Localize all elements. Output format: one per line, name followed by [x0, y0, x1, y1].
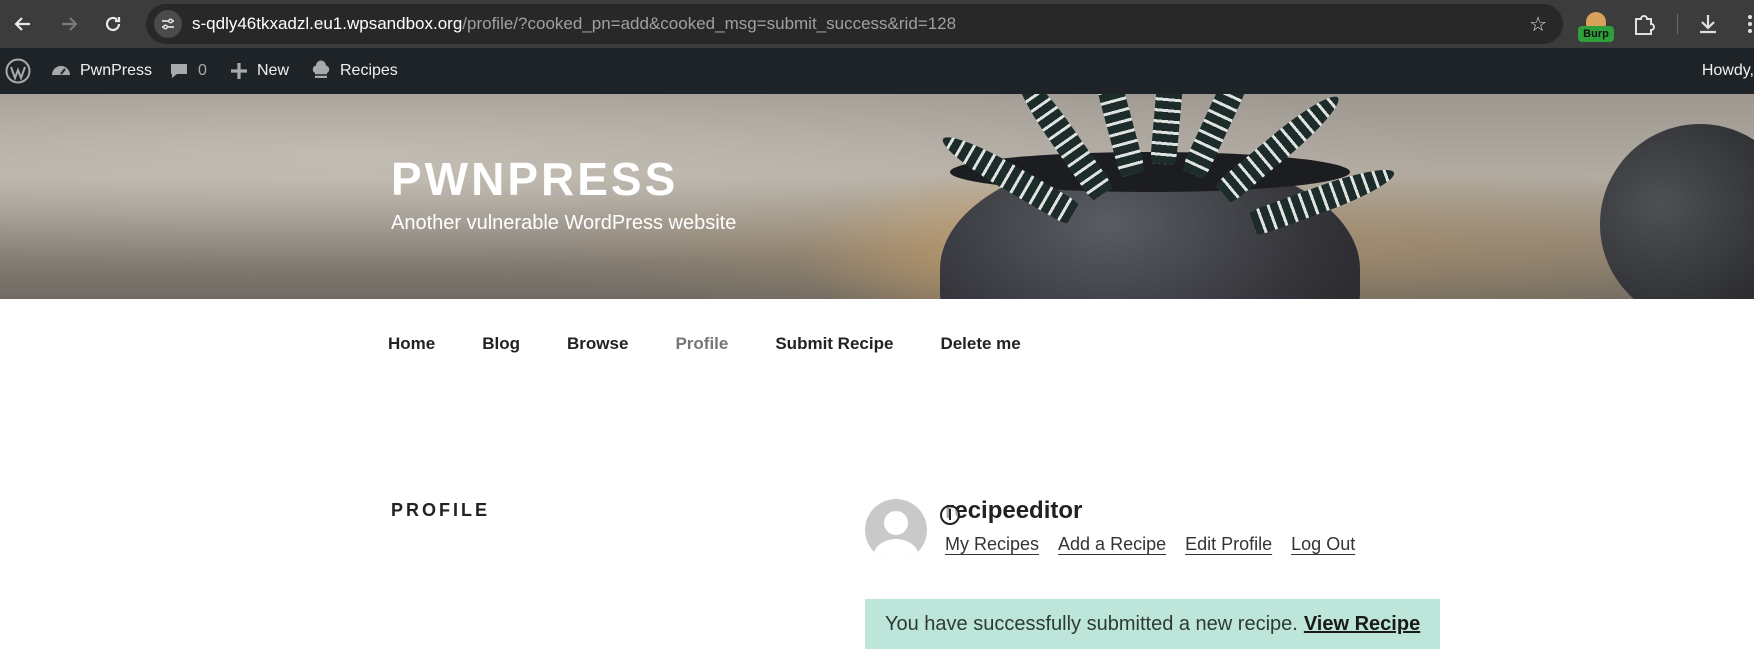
adminbar-comments[interactable]: 0	[168, 48, 207, 94]
site-info-icon[interactable]	[154, 10, 182, 38]
comment-bubble-icon	[168, 60, 190, 82]
nav-item-profile[interactable]: Profile	[675, 334, 728, 354]
forward-arrow-icon[interactable]	[55, 10, 83, 38]
page-title: PROFILE	[391, 500, 491, 520]
dashboard-gauge-icon	[50, 60, 72, 82]
profile-links: My Recipes Add a Recipe Edit Profile Log…	[945, 534, 1374, 555]
browser-toolbar: s-qdly46tkxadzl.eu1.wpsandbox.org/profil…	[0, 0, 1754, 48]
adminbar-site-name[interactable]: PwnPress	[50, 48, 152, 94]
log-out-link[interactable]: Log Out	[1291, 534, 1355, 555]
view-recipe-link[interactable]: View Recipe	[1304, 613, 1420, 636]
site-title[interactable]: PWNPRESS	[391, 152, 678, 206]
adminbar-new-label: New	[257, 62, 290, 79]
nav-item-submit-recipe[interactable]: Submit Recipe	[775, 334, 893, 354]
header-banner-image: PWNPRESS Another vulnerable WordPress we…	[0, 94, 1754, 299]
profile-username: recipeeditor	[945, 497, 1083, 524]
add-recipe-link[interactable]: Add a Recipe	[1058, 534, 1166, 555]
nav-item-blog[interactable]: Blog	[482, 334, 520, 354]
adminbar-site-label: PwnPress	[80, 62, 153, 79]
address-bar[interactable]: s-qdly46tkxadzl.eu1.wpsandbox.org/profil…	[146, 4, 1563, 44]
nav-item-home[interactable]: Home	[388, 334, 435, 354]
adminbar-recipes[interactable]: Recipes	[310, 48, 398, 94]
site-tagline: Another vulnerable WordPress website	[391, 212, 737, 234]
adminbar-recipes-label: Recipes	[340, 62, 398, 79]
url-host: s-qdly46tkxadzl.eu1.wpsandbox.org	[192, 14, 463, 33]
avatar	[865, 499, 927, 561]
toolbar-divider	[1677, 14, 1678, 34]
burp-badge: Burp	[1578, 26, 1614, 42]
primary-navigation: Home Blog Browse Profile Submit Recipe D…	[388, 327, 1068, 361]
adminbar-howdy[interactable]: Howdy,	[1702, 48, 1754, 94]
nav-item-browse[interactable]: Browse	[567, 334, 628, 354]
comments-count: 0	[198, 62, 207, 79]
profile-panel: recipeeditor My Recipes Add a Recipe Edi…	[865, 497, 1465, 665]
browser-menu-icon[interactable]	[1740, 12, 1754, 36]
plus-icon	[229, 61, 249, 81]
nav-item-delete-me[interactable]: Delete me	[940, 334, 1020, 354]
back-arrow-icon[interactable]	[9, 10, 37, 38]
text-cursor-icon	[940, 505, 960, 525]
url-path: /profile/?cooked_pn=add&cooked_msg=submi…	[462, 14, 957, 33]
burp-extension-icon[interactable]: Burp	[1578, 12, 1614, 42]
reload-icon[interactable]	[99, 10, 127, 38]
download-icon[interactable]	[1694, 10, 1722, 38]
adminbar-new[interactable]: New	[229, 48, 289, 94]
url-text[interactable]: s-qdly46tkxadzl.eu1.wpsandbox.org/profil…	[192, 14, 956, 34]
success-notice: You have successfully submitted a new re…	[865, 599, 1441, 649]
notice-message: You have successfully submitted a new re…	[885, 612, 1298, 635]
wordpress-logo-icon[interactable]	[5, 48, 31, 94]
my-recipes-link[interactable]: My Recipes	[945, 534, 1039, 555]
bookmark-star-icon[interactable]: ☆	[1529, 12, 1547, 36]
edit-profile-link[interactable]: Edit Profile	[1185, 534, 1272, 555]
wp-admin-bar: PwnPress 0 New Recipes Howdy,	[0, 48, 1754, 94]
extensions-puzzle-icon[interactable]	[1630, 10, 1658, 38]
chef-hat-icon	[310, 60, 332, 82]
